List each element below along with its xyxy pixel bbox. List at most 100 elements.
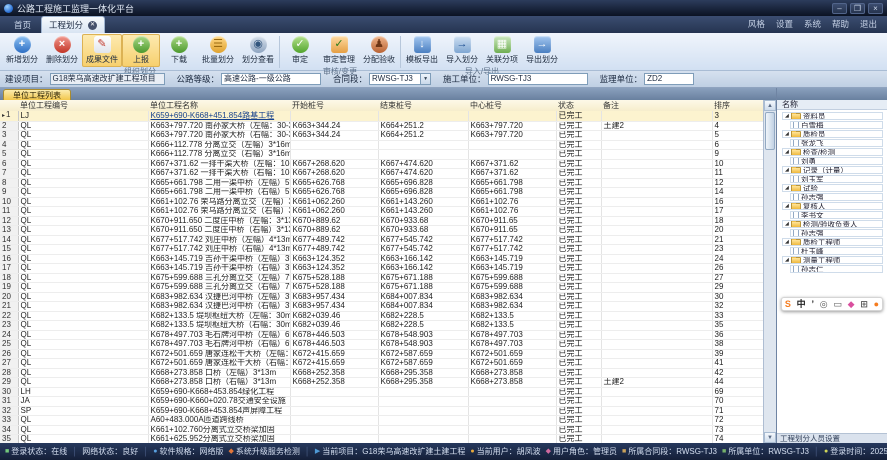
tree-person-item[interactable]: 孙志强 [790,229,883,237]
tree-person-item[interactable]: 刘勇 [790,157,883,165]
tree-folder-item[interactable]: ◢质检员 [782,130,883,138]
tree-folder-item[interactable]: ◢检查/检测 [782,148,883,156]
table-row[interactable]: 6QLK667+371.62 一排干渠大桥（左幅：10-20mK667+268.… [0,159,763,169]
filter-input[interactable]: 高速公路-一级公路 [221,73,321,85]
ribbon-button-grid-link[interactable]: ▦关联分项 [482,34,522,67]
column-header[interactable]: 排序 [712,100,763,111]
table-row[interactable]: 13QLK670+911.650 二度庄中桥（右幅）3*13mK670+889.… [0,226,763,236]
table-row[interactable]: 23QLK682+133.5 堤坝枢纽大桥（右幅：30m+3-40m+...K6… [0,321,763,331]
menu-link[interactable]: 帮助 [832,18,849,30]
table-row[interactable]: 15QLK677+517.742 刘庄中桥（右幅）4*13mK677+489.7… [0,245,763,255]
table-row[interactable]: 21QLK683+982.634 汉捷巴河中桥（右幅）3*16mK683+957… [0,302,763,312]
ribbon-button-edit-doc[interactable]: ✎成果文件 [82,34,122,67]
tab-project-division[interactable]: 工程划分 ✕ [41,16,105,33]
dropdown-arrow-icon[interactable]: ▼ [421,73,431,85]
table-row[interactable]: 29QLK668+273.858 口桥（右幅）3*13mK668+252.358… [0,378,763,388]
menu-link[interactable]: 系统 [804,18,821,30]
expander-icon[interactable]: ◢ [785,221,789,227]
scroll-down-icon[interactable]: ▼ [764,432,776,443]
tree-folder-item[interactable]: ◢测量工程师 [782,256,883,264]
tree-person-item[interactable]: 杜玉峰 [790,247,883,255]
ribbon-button-upload-circle[interactable]: +上报 [122,34,160,67]
ribbon-button-person[interactable]: ♟分配验收 [359,34,399,67]
table-row[interactable]: 8QLK665+661.798 二用一渠中桥（左幅）5*13mK665+626.… [0,178,763,188]
table-row[interactable]: 28QLK668+273.858 口桥（左幅）3*13mK668+252.358… [0,368,763,378]
table-row[interactable]: 1LJK659+690-K668+451.854路基工程已完工3 [0,111,763,121]
column-header[interactable] [0,100,18,111]
column-header[interactable]: 中心桩号 [468,100,556,111]
filter-input[interactable]: RWSG-TJ3 [369,73,421,85]
table-row[interactable]: 33QLA60+483.000A匝道跨线桥已完工72 [0,416,763,426]
table-row[interactable]: 10QLK661+102.76 荣乌路分离立交（左幅）3*25mK661+062… [0,197,763,207]
filter-input[interactable]: RWSG-TJ3 [488,73,588,85]
filter-input[interactable]: G18荣乌高速改扩建工程项目 [50,73,165,85]
table-row[interactable]: 32SPK659+690-K668+453.854声屏障工程已完工71 [0,406,763,416]
menu-link[interactable]: 退出 [860,18,877,30]
ime-icon[interactable]: ⊞ [860,298,868,310]
table-row[interactable]: 2QLK663+797.720 南孙家大桥（左幅：30-30mK663+344.… [0,121,763,131]
table-row[interactable]: 25QLK678+497.703 毛石牌河中桥（右幅）6*16mK678+446… [0,340,763,350]
column-header[interactable]: 结束桩号 [378,100,468,111]
table-row[interactable]: 35QLK661+625.952分离式立交桥梁加固已完工74 [0,435,763,444]
table-row[interactable]: 5QLK666+112.778 分离立交（右幅）3*16m已完工9 [0,150,763,160]
table-row[interactable]: 9QLK665+661.798 二用一渠中桥（右幅）5*13mK665+626.… [0,188,763,198]
table-row[interactable]: 4QLK666+112.778 分离立交（左幅）3*16m已完工6 [0,140,763,150]
table-row[interactable]: 24QLK678+497.703 毛石牌河中桥（左幅）6*16mK678+446… [0,330,763,340]
ribbon-button-check-circle[interactable]: ✓审定 [281,34,319,67]
menu-link[interactable]: 设置 [776,18,793,30]
tree-person-item[interactable]: 孙志仁 [790,265,883,273]
scroll-up-icon[interactable]: ▲ [764,100,776,111]
column-header[interactable]: 开始桩号 [290,100,378,111]
ribbon-button-box-out[interactable]: →导出划分 [522,34,562,67]
expander-icon[interactable]: ◢ [785,257,789,263]
column-header[interactable]: 单位工程名称 [148,100,290,111]
expander-icon[interactable]: ◢ [785,203,789,209]
tree-folder-item[interactable]: ◢试验 [782,184,883,192]
tree-folder-item[interactable]: ◢检测/验收负责人 [782,220,883,228]
ribbon-button-db-stack[interactable]: ☰批量划分 [198,34,238,67]
table-row[interactable]: 26QLK672+501.659 唐家连松干大桥（左幅：8-20mK672+41… [0,349,763,359]
ribbon-button-add-circle[interactable]: +新增划分 [2,34,42,67]
expander-icon[interactable]: ◢ [785,185,789,191]
ime-icon[interactable]: ◎ [820,298,828,310]
table-row[interactable]: 22QLK682+133.5 堤坝枢纽大桥（左幅：30m+3-40m+...K6… [0,311,763,321]
expander-icon[interactable]: ◢ [785,113,789,119]
table-row[interactable]: 30LHK659+690-K668+453.854绿化工程已完工69 [0,387,763,397]
tree-folder-item[interactable]: ◢记录（计量） [782,166,883,174]
expander-icon[interactable]: ◢ [785,239,789,245]
restore-button[interactable]: ❐ [850,3,865,14]
table-row[interactable]: 34QLK661+102.760分离式立交桥梁加固已完工73 [0,425,763,435]
tree-folder-item[interactable]: ◢资料员 [782,112,883,120]
table-row[interactable]: 16QLK663+145.719 吉孙干渠中桥（左幅）3*13mK663+124… [0,254,763,264]
ribbon-button-eye[interactable]: ◉划分查看 [238,34,278,67]
table-row[interactable]: 19QLK675+599.688 三孔分离立交（右幅）7*20mK675+528… [0,283,763,293]
ime-icon[interactable]: S [785,298,791,310]
ime-icon[interactable]: ● [874,298,879,310]
tab-unit-project-list[interactable]: 单位工程列表 [3,89,71,100]
tree-person-item[interactable]: 李书文 [790,211,883,219]
column-header[interactable]: 状态 [556,100,601,111]
vertical-scrollbar[interactable]: ▲ ▼ [763,100,776,443]
ribbon-button-clipboard-check[interactable]: ✓审定管理 [319,34,359,67]
table-row[interactable]: 27QLK672+501.659 唐家连松干大桥（右幅：8-20mK672+41… [0,359,763,369]
table-row[interactable]: 31JAK659+690-K660+020.78交通安全设施已完工70 [0,397,763,407]
ribbon-button-delete-circle[interactable]: ×删除划分 [42,34,82,67]
table-row[interactable]: 11QLK661+102.76 荣乌路分离立交（右幅）3*25mK661+062… [0,207,763,217]
ime-icon[interactable]: ◆ [848,298,855,310]
column-header[interactable]: 备注 [601,100,712,111]
filter-input[interactable]: ZD2 [644,73,694,85]
table-row[interactable]: 20QLK683+982.634 汉捷巴河中桥（左幅）3*16mK683+957… [0,292,763,302]
tree-folder-item[interactable]: ◢复核人 [782,202,883,210]
ribbon-button-box-in[interactable]: →导入划分 [442,34,482,67]
expander-icon[interactable]: ◢ [785,131,789,137]
ribbon-button-download-circle[interactable]: +下载 [160,34,198,67]
ribbon-button-box-down[interactable]: ↓模板导出 [402,34,442,67]
column-header[interactable]: 单位工程编号 [18,100,148,111]
tree-person-item[interactable]: 孙志强 [790,193,883,201]
table-row[interactable]: 12QLK670+911.650 二度庄中桥（左幅：3*13mK670+889.… [0,216,763,226]
menu-link[interactable]: 风格 [748,18,765,30]
ime-icon[interactable]: 中 [797,298,806,310]
ime-toolbar[interactable]: S中’◎▭◆⊞● [781,297,883,311]
scrollbar-thumb[interactable] [765,112,775,150]
tree-person-item[interactable]: 张龙飞 [790,139,883,147]
